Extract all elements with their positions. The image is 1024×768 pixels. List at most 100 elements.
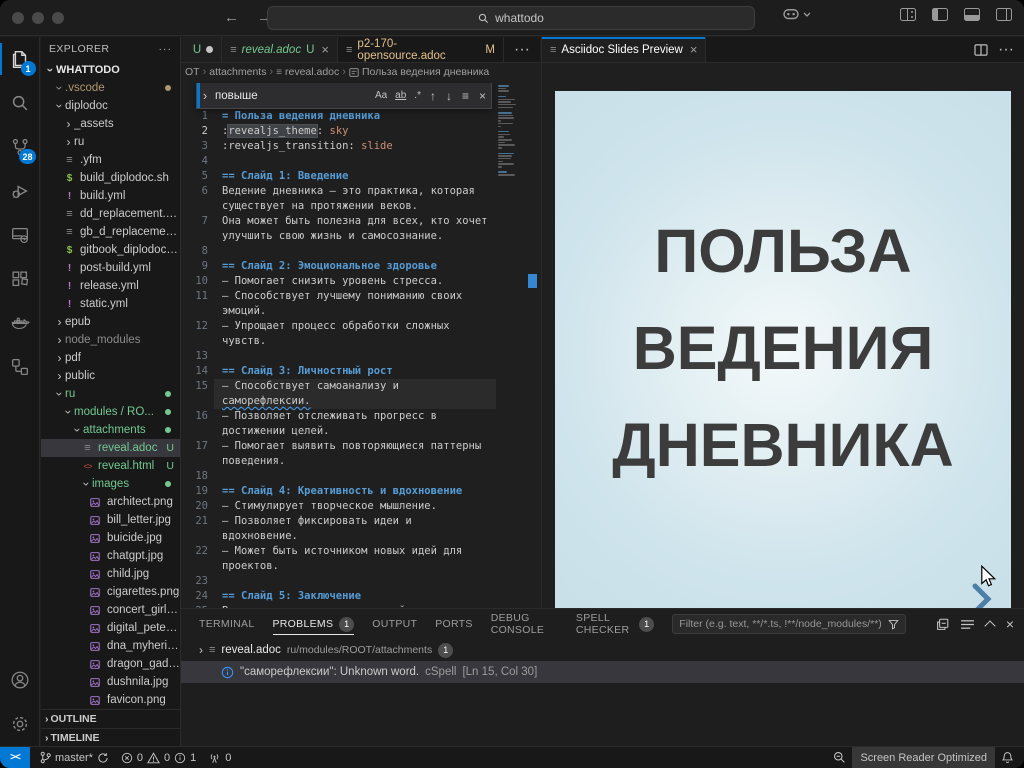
tree-item-reveal.adoc[interactable]: ≡reveal.adocU	[41, 439, 180, 457]
nav-back-icon[interactable]: ←	[224, 9, 239, 26]
match-case-icon[interactable]: Aa	[371, 90, 391, 101]
remote-indicator[interactable]: ><	[0, 747, 30, 768]
code-line-wrap[interactable]: чувств.	[181, 334, 540, 349]
toggle-panel-icon[interactable]	[964, 8, 980, 21]
tree-item-dd_replacement.sed[interactable]: ≡dd_replacement.sed	[41, 205, 180, 223]
code-line-wrap[interactable]: вдохновение.	[181, 529, 540, 544]
tree-item-public[interactable]: ›public	[41, 367, 180, 385]
find-input[interactable]: повыше	[213, 90, 371, 102]
customize-layout-icon[interactable]	[900, 8, 916, 21]
code-line-10[interactable]: 10— Помогает снизить уровень стресса.	[181, 274, 540, 289]
code-line-13[interactable]: 13	[181, 349, 540, 364]
minimap[interactable]	[497, 85, 517, 608]
problems-filter-input[interactable]: Filter (e.g. text, **/*.ts, !**/node_mod…	[672, 614, 906, 634]
tree-item-ru[interactable]: ›ru	[41, 133, 180, 151]
docker-activity-icon[interactable]	[0, 301, 40, 345]
panel-tab-spell-checker[interactable]: SPELL CHECKER1	[576, 609, 654, 639]
tree-item-buicide.jpg[interactable]: buicide.jpg	[41, 529, 180, 547]
tree-item-.vscode[interactable]: ›.vscode	[41, 79, 180, 97]
tree-item-gitbook_diplodoc.sh[interactable]: $gitbook_diplodoc.sh	[41, 241, 180, 259]
remote-explorer-activity-icon[interactable]	[0, 213, 40, 257]
toggle-sidebar-icon[interactable]	[932, 8, 948, 21]
code-line-wrap[interactable]: поведения.	[181, 454, 540, 469]
editor[interactable]: › повыше Aa ab .* ↑ ↓ ≡ × 1= Польза веде…	[181, 81, 540, 608]
tree-item-chatgpt.jpg[interactable]: chatgpt.jpg	[41, 547, 180, 565]
regex-icon[interactable]: .*	[410, 90, 425, 101]
tree-item-diplodoc[interactable]: ›diplodoc	[41, 97, 180, 115]
settings-gear-icon[interactable]	[0, 702, 40, 746]
breadcrumb[interactable]: OT›attachments›≡reveal.adoc›Польза веден…	[181, 63, 540, 81]
zoom-out-status-icon[interactable]	[827, 747, 852, 768]
tree-item-release.yml[interactable]: !release.yml	[41, 277, 180, 295]
tree-item-.yfm[interactable]: ≡.yfm	[41, 151, 180, 169]
tree-item-child.jpg[interactable]: child.jpg	[41, 565, 180, 583]
tree-item-pdf[interactable]: ›pdf	[41, 349, 180, 367]
tab-p2-170-opensource.adoc[interactable]: ≡p2-170-opensource.adocM	[338, 37, 504, 62]
code-line-20[interactable]: 20— Стимулирует творческое мышление.	[181, 499, 540, 514]
problem-row[interactable]: "саморефлексии": Unknown word. cSpell [L…	[181, 661, 1024, 683]
preview-more-actions-icon[interactable]: ···	[998, 41, 1014, 59]
problems-status-item[interactable]: 0 0 1	[115, 747, 202, 768]
code-line-22[interactable]: 22— Может быть источником новых идей для	[181, 544, 540, 559]
tree-item-reveal.html[interactable]: <>reveal.htmlU	[41, 457, 180, 475]
find-in-selection-icon[interactable]: ≡	[457, 89, 474, 103]
code-line-1[interactable]: 1= Польза ведения дневника	[181, 109, 540, 124]
code-line-8[interactable]: 8	[181, 244, 540, 259]
whole-word-icon[interactable]: ab	[391, 90, 410, 101]
screen-reader-status-item[interactable]: Screen Reader Optimized	[852, 747, 995, 768]
code-line-wrap[interactable]: эмоций.	[181, 304, 540, 319]
tree-item-bill_letter.jpg[interactable]: bill_letter.jpg	[41, 511, 180, 529]
next-match-icon[interactable]: ↓	[441, 89, 457, 103]
scrollbar[interactable]	[518, 81, 540, 608]
tree-item-dragon_gadget.j...[interactable]: dragon_gadget.j...	[41, 655, 180, 673]
tree-item-build.yml[interactable]: !build.yml	[41, 187, 180, 205]
close-panel-icon[interactable]: ×	[1006, 616, 1014, 632]
code-line-23[interactable]: 23	[181, 574, 540, 589]
toggle-secondary-sidebar-icon[interactable]	[996, 8, 1012, 21]
tree-item-_assets[interactable]: ›_assets	[41, 115, 180, 133]
tree-item-post-build.yml[interactable]: !post-build.yml	[41, 259, 180, 277]
close-tab-icon[interactable]: ×	[321, 42, 329, 57]
code-line-wrap[interactable]: саморефлексии.	[181, 394, 540, 409]
tree-item-cigarettes.png[interactable]: cigarettes.png	[41, 583, 180, 601]
code-line-11[interactable]: 11— Способствует лучшему пониманию своих	[181, 289, 540, 304]
code-line-5[interactable]: 5== Слайд 1: Введение	[181, 169, 540, 184]
minimize-window-icon[interactable]	[32, 12, 44, 24]
account-icon[interactable]	[0, 658, 40, 702]
tree-item-dushnila.jpg[interactable]: dushnila.jpg	[41, 673, 180, 691]
code-line-wrap[interactable]: проектов.	[181, 559, 540, 574]
git-branch-item[interactable]: master*	[34, 747, 115, 768]
tab-asciidoc-slides-preview[interactable]: ≡ Asciidoc Slides Preview ×	[542, 37, 706, 62]
code-line-14[interactable]: 14== Слайд 3: Личностный рост	[181, 364, 540, 379]
containers-activity-icon[interactable]	[0, 345, 40, 389]
command-center-search[interactable]: whattodo	[267, 6, 755, 30]
timeline-section[interactable]: › TIMELINE	[41, 728, 180, 746]
code-line-15[interactable]: 15— Способствует самоанализу и	[181, 379, 540, 394]
code-line-21[interactable]: 21— Позволяет фиксировать идеи и	[181, 514, 540, 529]
tree-item-gb_d_replacement...[interactable]: ≡gb_d_replacement...	[41, 223, 180, 241]
window-controls[interactable]	[12, 12, 64, 24]
breadcrumb-item[interactable]: attachments	[209, 66, 266, 78]
tree-item-concert_girl.jpg[interactable]: concert_girl.jpg	[41, 601, 180, 619]
panel-tab-terminal[interactable]: TERMINAL	[199, 609, 255, 639]
slide[interactable]: ПОЛЬЗА ВЕДЕНИЯ ДНЕВНИКА	[555, 91, 1011, 632]
code-line-18[interactable]: 18	[181, 469, 540, 484]
code-line-17[interactable]: 17— Помогает выявить повторяющиеся патте…	[181, 439, 540, 454]
tree-item-dna_myheritage...[interactable]: dna_myheritage...	[41, 637, 180, 655]
code-line-9[interactable]: 9== Слайд 2: Эмоциональное здоровье	[181, 259, 540, 274]
tree-item-architect.png[interactable]: architect.png	[41, 493, 180, 511]
run-debug-activity-icon[interactable]	[0, 169, 40, 213]
tree-item-attachments[interactable]: ›attachments	[41, 421, 180, 439]
code-line-19[interactable]: 19== Слайд 4: Креативность и вдохновение	[181, 484, 540, 499]
panel-tab-output[interactable]: OUTPUT	[372, 609, 417, 639]
close-tab-icon[interactable]: ×	[690, 42, 698, 57]
close-find-icon[interactable]: ×	[474, 89, 491, 103]
source-control-activity-icon[interactable]: 28	[0, 125, 40, 169]
split-editor-icon[interactable]	[974, 44, 988, 56]
tree-item-WHATTODO[interactable]: ›WHATTODO	[41, 61, 180, 79]
close-window-icon[interactable]	[12, 12, 24, 24]
code-line-12[interactable]: 12— Упрощает процесс обработки сложных	[181, 319, 540, 334]
code-line-2[interactable]: 2:revealjs_theme: sky	[181, 124, 540, 139]
panel-tab-debug-console[interactable]: DEBUG CONSOLE	[491, 609, 558, 639]
search-activity-icon[interactable]	[0, 81, 40, 125]
